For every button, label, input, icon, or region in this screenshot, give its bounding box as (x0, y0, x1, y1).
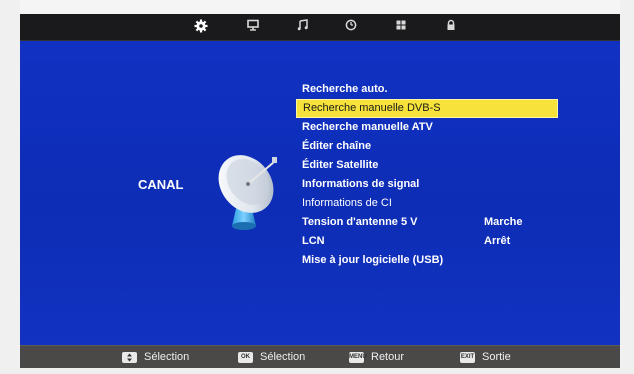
menu-item-label: Tension d'antenne 5 V (302, 216, 418, 228)
hint-label: Retour (371, 351, 405, 363)
channel-menu: Recherche auto. Recherche manuelle DVB-S… (296, 80, 558, 270)
bottom-hint-bar: Sélection OK Sélection MENU Retour EXIT Sor… (20, 345, 620, 368)
hint-menu: MENU Retour (349, 349, 404, 365)
menu-item-label: Mise à jour logicielle (USB) (302, 254, 444, 266)
menu-item-label: Recherche auto. (302, 83, 388, 95)
tv-bezel-bottom (0, 368, 634, 374)
menu-item-label: Recherche manuelle DVB-S (303, 102, 441, 114)
menu-item-lcn[interactable]: LCN Arrêt (296, 232, 558, 251)
menu-item-informations-signal[interactable]: Informations de signal (296, 175, 558, 194)
menu-item-label: Éditer Satellite (302, 159, 379, 171)
grid-icon[interactable] (392, 18, 410, 36)
menu-item-recherche-manuelle-atv[interactable]: Recherche manuelle ATV (296, 118, 558, 137)
menu-item-recherche-manuelle-dvbs[interactable]: Recherche manuelle DVB-S (296, 99, 558, 118)
menu-item-informations-ci[interactable]: Informations de CI (296, 194, 558, 213)
monitor-icon[interactable] (244, 18, 262, 36)
hint-exit: EXIT Sortie (460, 349, 511, 365)
settings-icon[interactable] (192, 18, 210, 36)
top-menu-bar (20, 14, 620, 41)
menu-item-mise-a-jour-usb[interactable]: Mise à jour logicielle (USB) (296, 251, 558, 270)
menu-item-tension-antenne[interactable]: Tension d'antenne 5 V Marche (296, 213, 558, 232)
menu-item-editer-chaine[interactable]: Éditer chaîne (296, 137, 558, 156)
menu-item-value: Marche (484, 216, 523, 228)
tv-bezel-right (620, 0, 634, 374)
tv-bezel-left (0, 0, 20, 374)
section-title: CANAL (138, 177, 184, 192)
hint-navigate: Sélection (122, 349, 189, 365)
tv-bezel-top (0, 0, 634, 14)
ok-key-icon: OK (238, 351, 253, 363)
menu-item-editer-satellite[interactable]: Éditer Satellite (296, 156, 558, 175)
menu-item-label: Recherche manuelle ATV (302, 121, 433, 133)
menu-key-icon: MENU (349, 351, 367, 363)
menu-item-label: Éditer chaîne (302, 140, 372, 152)
menu-item-label: Informations de signal (302, 178, 420, 190)
exit-key-icon: EXIT (460, 351, 475, 363)
menu-item-value: Arrêt (484, 235, 511, 247)
hint-label: Sélection (260, 351, 306, 363)
menu-item-label: LCN (302, 235, 325, 247)
satellite-dish-icon (208, 142, 290, 234)
clock-icon[interactable] (342, 18, 360, 36)
menu-item-recherche-auto[interactable]: Recherche auto. (296, 80, 558, 99)
lock-icon[interactable] (442, 18, 460, 36)
hint-label: Sortie (482, 351, 511, 363)
tv-screen: CANAL Recherche auto. Recherche manuelle… (20, 14, 620, 368)
hint-ok: OK Sélection (238, 349, 305, 365)
arrow-keys-icon (122, 351, 137, 363)
music-icon[interactable] (294, 18, 312, 36)
menu-item-label: Informations de CI (302, 197, 392, 209)
hint-label: Sélection (144, 351, 190, 363)
